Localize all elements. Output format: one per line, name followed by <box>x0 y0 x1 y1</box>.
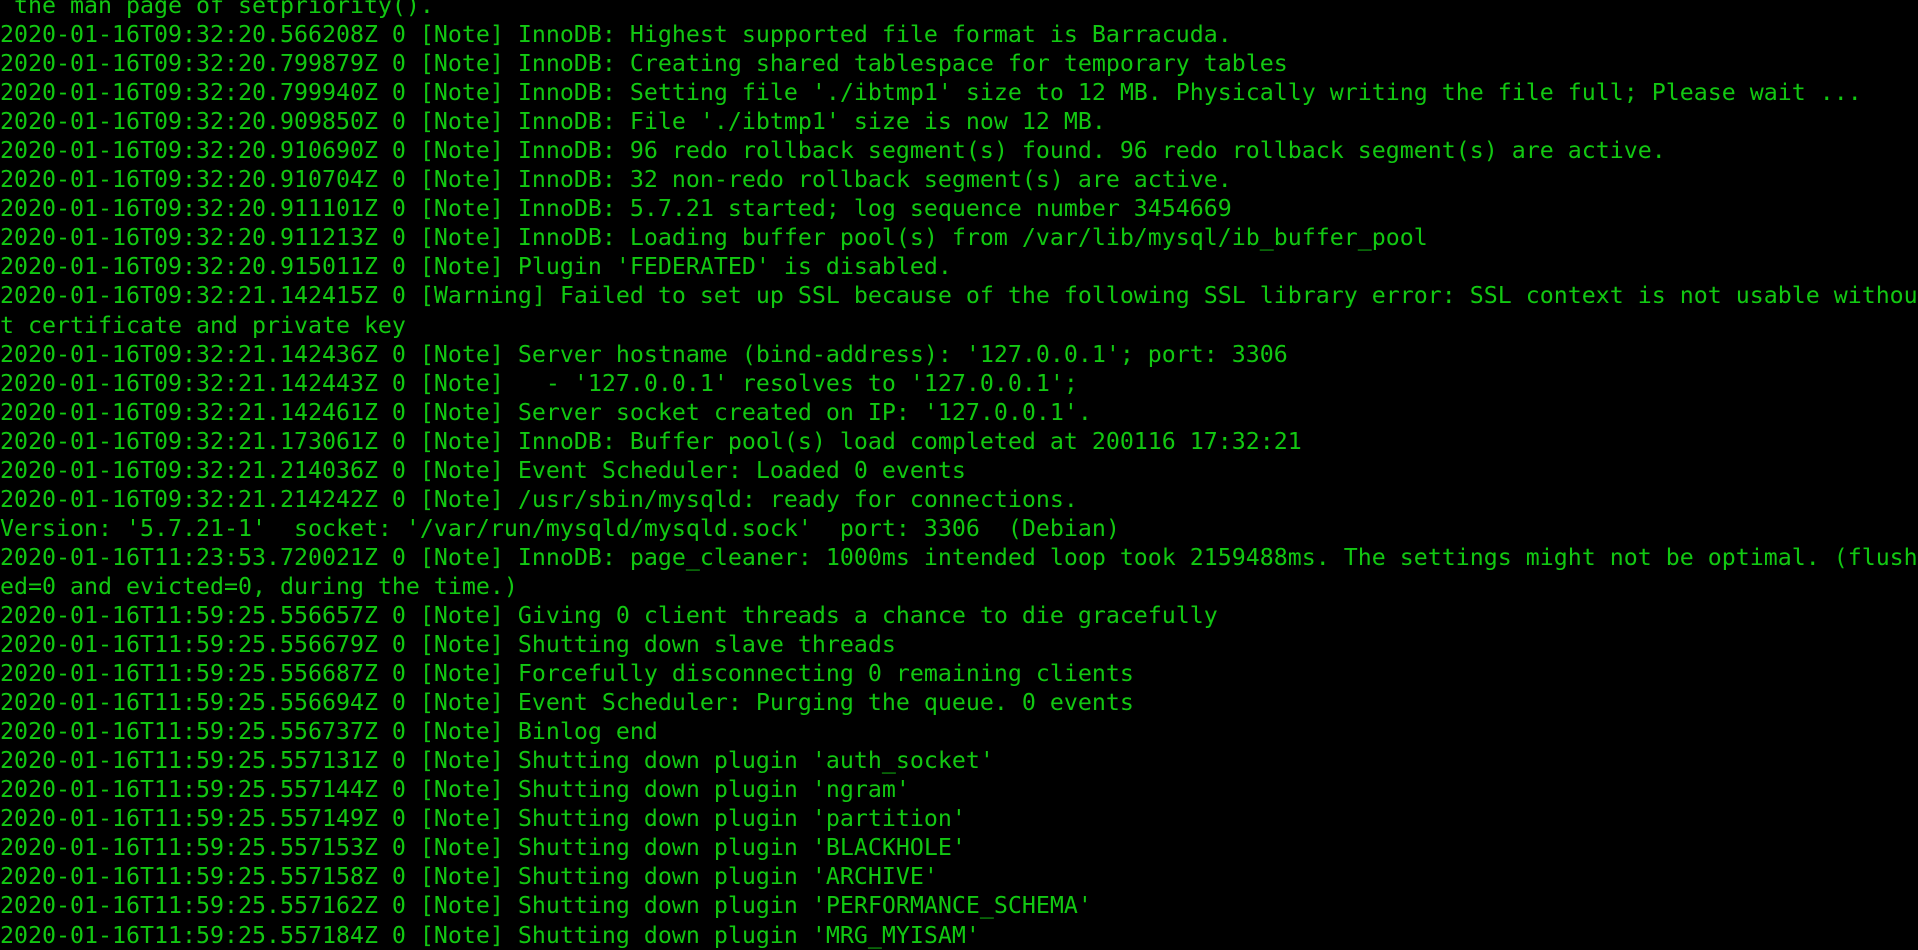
log-line: t certificate and private key <box>0 311 406 339</box>
terminal-output[interactable]: the man page of setpriority(). 2020-01-16… <box>0 0 1918 950</box>
log-line: 2020-01-16T09:32:20.910690Z 0 [Note] Inn… <box>0 137 1666 165</box>
log-line: the man page of setpriority(). <box>0 0 434 19</box>
log-line: 2020-01-16T11:59:25.556679Z 0 [Note] Shu… <box>0 631 896 659</box>
log-line: 2020-01-16T11:59:25.557144Z 0 [Note] Shu… <box>0 776 910 804</box>
log-line: 2020-01-16T09:32:21.173061Z 0 [Note] Inn… <box>0 427 1302 455</box>
log-line: 2020-01-16T11:59:25.557162Z 0 [Note] Shu… <box>0 892 1092 920</box>
log-line: 2020-01-16T09:32:21.142436Z 0 [Note] Ser… <box>0 340 1288 368</box>
log-line: 2020-01-16T09:32:20.566208Z 0 [Note] Inn… <box>0 21 1232 49</box>
log-line: 2020-01-16T09:32:20.909850Z 0 [Note] Inn… <box>0 108 1106 136</box>
log-line: 2020-01-16T09:32:21.214242Z 0 [Note] /us… <box>0 485 1078 513</box>
log-line: 2020-01-16T09:32:20.915011Z 0 [Note] Plu… <box>0 253 952 281</box>
log-line: 2020-01-16T11:59:25.556687Z 0 [Note] For… <box>0 660 1134 688</box>
log-line: 2020-01-16T09:32:20.911213Z 0 [Note] Inn… <box>0 224 1428 252</box>
log-line: 2020-01-16T09:32:20.799940Z 0 [Note] Inn… <box>0 79 1862 107</box>
log-line: 2020-01-16T09:32:20.911101Z 0 [Note] Inn… <box>0 195 1232 223</box>
log-line: 2020-01-16T09:32:21.214036Z 0 [Note] Eve… <box>0 456 966 484</box>
log-line: 2020-01-16T11:59:25.556657Z 0 [Note] Giv… <box>0 601 1218 629</box>
log-line: 2020-01-16T11:59:25.557158Z 0 [Note] Shu… <box>0 863 938 891</box>
log-line: 2020-01-16T11:59:25.557149Z 0 [Note] Shu… <box>0 805 966 833</box>
log-line: 2020-01-16T09:32:21.142443Z 0 [Note] - '… <box>0 369 1078 397</box>
log-line: 2020-01-16T11:59:25.556694Z 0 [Note] Eve… <box>0 689 1134 717</box>
log-line: 2020-01-16T09:32:20.910704Z 0 [Note] Inn… <box>0 166 1232 194</box>
log-line: 2020-01-16T09:32:21.142415Z 0 [Warning] … <box>0 282 1918 310</box>
log-line: 2020-01-16T11:59:25.557131Z 0 [Note] Shu… <box>0 747 994 775</box>
log-line: Version: '5.7.21-1' socket: '/var/run/my… <box>0 514 1120 542</box>
log-line: 2020-01-16T09:32:20.799879Z 0 [Note] Inn… <box>0 50 1288 78</box>
log-line: ed=0 and evicted=0, during the time.) <box>0 572 518 600</box>
log-line: 2020-01-16T11:59:25.557153Z 0 [Note] Shu… <box>0 834 966 862</box>
log-line: 2020-01-16T09:32:21.142461Z 0 [Note] Ser… <box>0 398 1092 426</box>
log-line: 2020-01-16T11:59:25.557184Z 0 [Note] Shu… <box>0 921 980 949</box>
log-line: 2020-01-16T11:59:25.556737Z 0 [Note] Bin… <box>0 718 658 746</box>
log-line: 2020-01-16T11:23:53.720021Z 0 [Note] Inn… <box>0 543 1918 571</box>
